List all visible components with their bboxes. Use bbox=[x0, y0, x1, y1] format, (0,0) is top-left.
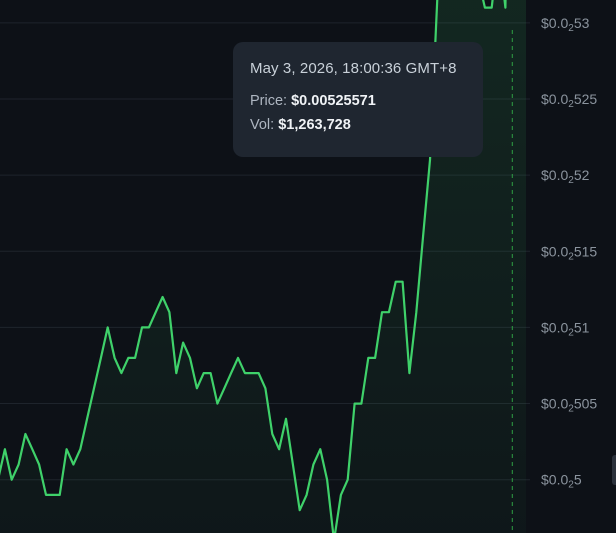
price-point bbox=[285, 418, 287, 420]
price-point bbox=[93, 387, 95, 389]
price-point bbox=[401, 281, 403, 283]
price-point bbox=[264, 387, 266, 389]
price-point bbox=[395, 281, 397, 283]
y-tick-label: $0.025 bbox=[541, 472, 582, 491]
tooltip-price-label: Price: bbox=[250, 93, 288, 109]
tooltip-vol-label: Vol: bbox=[250, 117, 275, 133]
price-point bbox=[340, 494, 342, 496]
price-point bbox=[429, 159, 431, 161]
price-point bbox=[155, 311, 157, 313]
price-point bbox=[168, 311, 170, 313]
price-point bbox=[367, 357, 369, 359]
scroll-handle[interactable] bbox=[612, 455, 616, 485]
price-point bbox=[31, 448, 33, 450]
price-point bbox=[209, 372, 211, 374]
price-point bbox=[182, 341, 184, 343]
price-point bbox=[38, 463, 40, 465]
price-point bbox=[52, 494, 54, 496]
price-point bbox=[484, 6, 486, 8]
price-point bbox=[230, 372, 232, 374]
price-point bbox=[223, 387, 225, 389]
price-point bbox=[113, 357, 115, 359]
price-point bbox=[196, 387, 198, 389]
price-point bbox=[120, 372, 122, 374]
y-tick-label: $0.02525 bbox=[541, 91, 597, 110]
price-point bbox=[347, 479, 349, 481]
price-point bbox=[360, 402, 362, 404]
price-point bbox=[4, 448, 6, 450]
price-point bbox=[100, 357, 102, 359]
price-point bbox=[141, 326, 143, 328]
tooltip-vol-value: $1,263,728 bbox=[278, 117, 351, 133]
price-point bbox=[326, 479, 328, 481]
tooltip-time: May 3, 2026, 18:00:36 GMT+8 bbox=[250, 60, 457, 77]
y-tick-label: $0.0252 bbox=[541, 167, 590, 186]
price-point bbox=[374, 357, 376, 359]
price-point bbox=[65, 448, 67, 450]
price-point bbox=[504, 6, 506, 8]
price-point bbox=[436, 6, 438, 8]
price-point bbox=[312, 463, 314, 465]
y-tick-label: $0.0251 bbox=[541, 319, 590, 338]
price-point bbox=[161, 296, 163, 298]
price-point bbox=[388, 311, 390, 313]
price-point bbox=[271, 433, 273, 435]
price-point bbox=[415, 311, 417, 313]
y-tick-label: $0.02515 bbox=[541, 243, 597, 262]
price-tooltip: May 3, 2026, 18:00:36 GMT+8 Price: $0.00… bbox=[233, 42, 483, 157]
price-point bbox=[251, 372, 253, 374]
price-point bbox=[189, 357, 191, 359]
price-point bbox=[134, 357, 136, 359]
price-point bbox=[257, 372, 259, 374]
price-point bbox=[175, 372, 177, 374]
price-point bbox=[45, 494, 47, 496]
price-point bbox=[72, 463, 74, 465]
price-point bbox=[292, 463, 294, 465]
price-point bbox=[203, 372, 205, 374]
price-point bbox=[17, 463, 19, 465]
price-point bbox=[305, 494, 307, 496]
price-point bbox=[381, 311, 383, 313]
price-point bbox=[127, 357, 129, 359]
price-point bbox=[79, 448, 81, 450]
price-point bbox=[278, 448, 280, 450]
tooltip-price-value: $0.00525571 bbox=[291, 93, 376, 109]
y-tick-label: $0.0253 bbox=[541, 15, 590, 34]
price-point bbox=[86, 418, 88, 420]
price-point bbox=[11, 479, 13, 481]
tooltip-price-row: Price: $0.00525571 bbox=[250, 93, 466, 109]
price-point bbox=[319, 448, 321, 450]
price-point bbox=[148, 326, 150, 328]
tooltip-vol-row: Vol: $1,263,728 bbox=[250, 117, 466, 133]
price-point bbox=[299, 509, 301, 511]
y-tick-label: $0.02505 bbox=[541, 396, 597, 415]
price-point bbox=[24, 433, 26, 435]
y-axis: $0.025 $0.02505 $0.0251 $0.02515 $0.0252 $0.0… bbox=[541, 15, 597, 491]
price-point bbox=[353, 402, 355, 404]
price-point bbox=[422, 235, 424, 237]
price-point bbox=[59, 494, 61, 496]
price-point bbox=[237, 357, 239, 359]
price-point bbox=[408, 372, 410, 374]
price-point bbox=[244, 372, 246, 374]
price-point bbox=[491, 6, 493, 8]
price-point bbox=[107, 326, 109, 328]
price-point bbox=[216, 402, 218, 404]
